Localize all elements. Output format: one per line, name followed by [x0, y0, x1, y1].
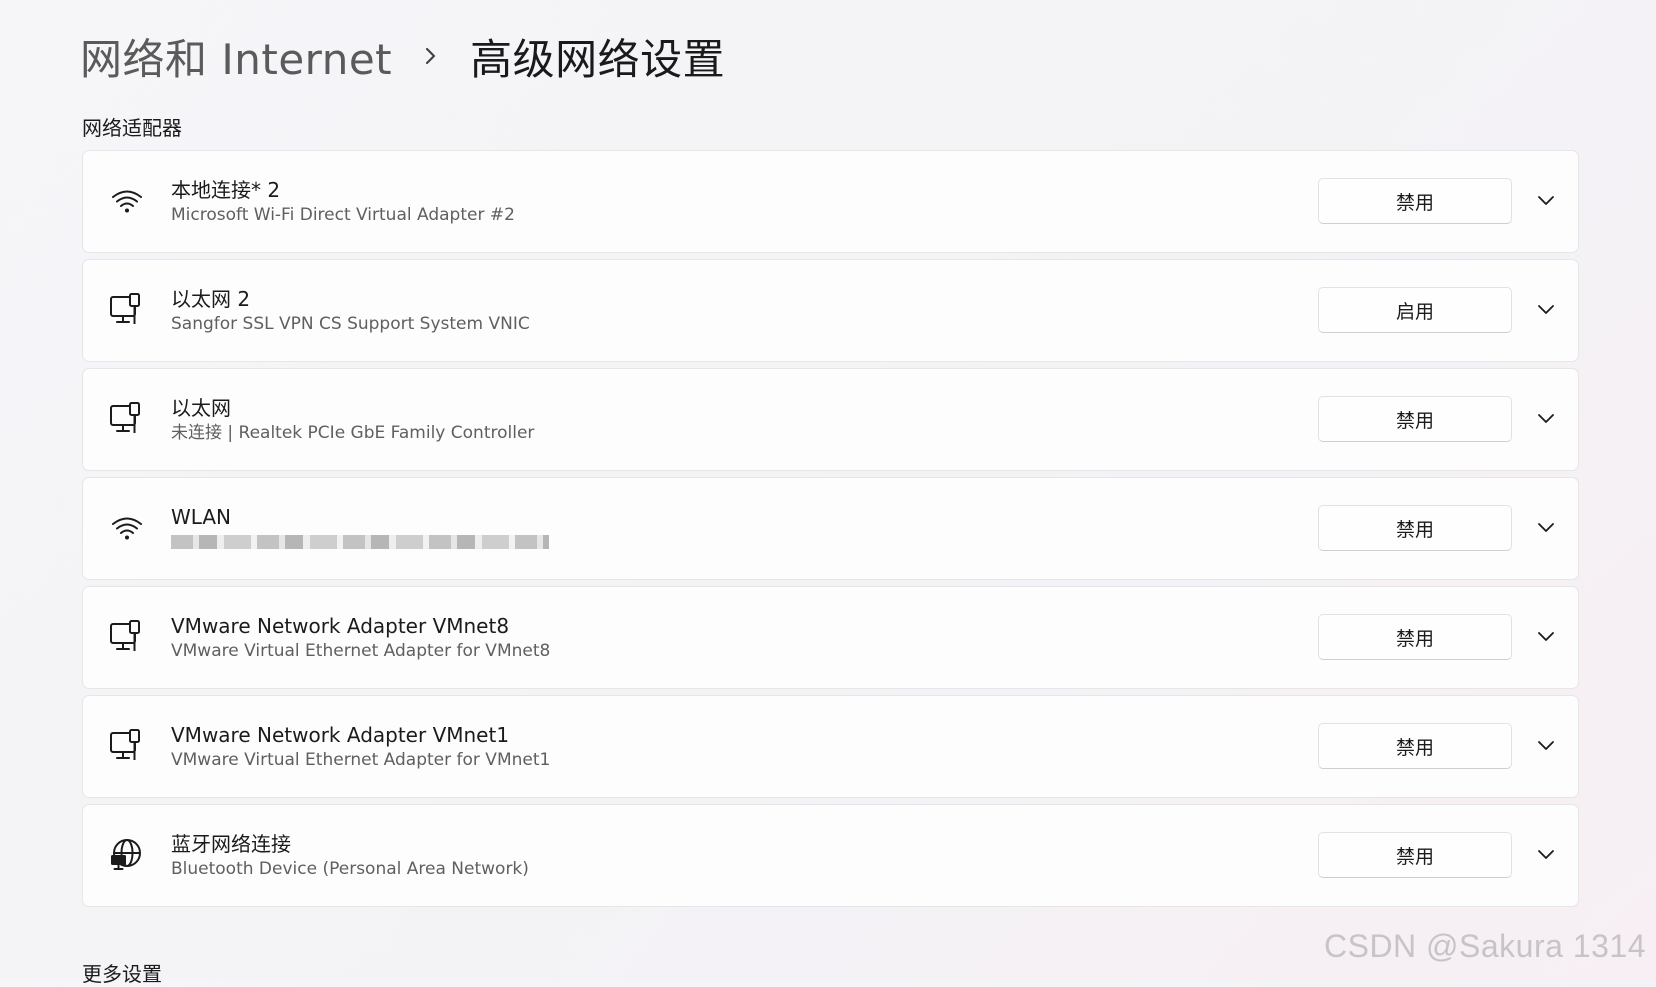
adapter-card[interactable]: WLAN 禁用: [82, 477, 1579, 580]
disable-button[interactable]: 禁用: [1318, 723, 1512, 769]
adapter-description: Sangfor SSL VPN CS Support System VNIC: [171, 314, 530, 334]
wifi-icon: [107, 508, 147, 548]
disable-button[interactable]: 禁用: [1318, 832, 1512, 878]
breadcrumb: 网络和 Internet 高级网络设置: [80, 24, 725, 88]
chevron-down-icon[interactable]: [1534, 625, 1558, 649]
adapter-name: VMware Network Adapter VMnet8: [171, 614, 510, 638]
ethernet-icon: [107, 617, 147, 657]
ethernet-icon: [107, 399, 147, 439]
adapter-description: VMware Virtual Ethernet Adapter for VMne…: [171, 641, 551, 661]
adapter-list: 本地连接* 2 Microsoft Wi-Fi Direct Virtual A…: [82, 150, 1579, 913]
disable-button[interactable]: 禁用: [1318, 178, 1512, 224]
adapter-name: 本地连接* 2: [171, 178, 281, 202]
enable-button[interactable]: 启用: [1318, 287, 1512, 333]
adapter-card[interactable]: VMware Network Adapter VMnet1 VMware Vir…: [82, 695, 1579, 798]
chevron-down-icon[interactable]: [1534, 407, 1558, 431]
chevron-down-icon[interactable]: [1534, 298, 1558, 322]
globe-network-icon: [107, 835, 147, 875]
adapter-card[interactable]: 蓝牙网络连接 Bluetooth Device (Personal Area N…: [82, 804, 1579, 907]
adapter-card[interactable]: 本地连接* 2 Microsoft Wi-Fi Direct Virtual A…: [82, 150, 1579, 253]
section-title-adapters: 网络适配器: [82, 116, 182, 140]
adapter-name: 以太网: [171, 396, 231, 420]
chevron-down-icon[interactable]: [1534, 734, 1558, 758]
wifi-icon: [107, 181, 147, 221]
adapter-name: 蓝牙网络连接: [171, 832, 291, 856]
adapter-name: 以太网 2: [171, 287, 251, 311]
page-title: 高级网络设置: [470, 34, 726, 84]
disable-button[interactable]: 禁用: [1318, 505, 1512, 551]
adapter-card[interactable]: 以太网 2 Sangfor SSL VPN CS Support System …: [82, 259, 1579, 362]
chevron-down-icon[interactable]: [1534, 189, 1558, 213]
pixelated-redaction: [171, 535, 549, 549]
adapter-description-redacted: [171, 530, 549, 556]
adapter-description: 未连接 | Realtek PCIe GbE Family Controller: [171, 423, 535, 443]
chevron-right-icon: [422, 45, 440, 67]
disable-button[interactable]: 禁用: [1318, 396, 1512, 442]
chevron-down-icon[interactable]: [1534, 843, 1558, 867]
section-title-more-settings: 更多设置: [82, 962, 162, 986]
chevron-down-icon[interactable]: [1534, 516, 1558, 540]
adapter-description: VMware Virtual Ethernet Adapter for VMne…: [171, 750, 551, 770]
watermark: CSDN @Sakura 1314: [1323, 928, 1646, 964]
adapter-name: WLAN: [171, 505, 232, 529]
ethernet-icon: [107, 726, 147, 766]
ethernet-icon: [107, 290, 147, 330]
adapter-card[interactable]: 以太网 未连接 | Realtek PCIe GbE Family Contro…: [82, 368, 1579, 471]
breadcrumb-parent[interactable]: 网络和 Internet: [80, 26, 392, 87]
adapter-description: Microsoft Wi-Fi Direct Virtual Adapter #…: [171, 205, 515, 225]
adapter-description: Bluetooth Device (Personal Area Network): [171, 859, 529, 879]
adapter-name: VMware Network Adapter VMnet1: [171, 723, 510, 747]
disable-button[interactable]: 禁用: [1318, 614, 1512, 660]
adapter-card[interactable]: VMware Network Adapter VMnet8 VMware Vir…: [82, 586, 1579, 689]
